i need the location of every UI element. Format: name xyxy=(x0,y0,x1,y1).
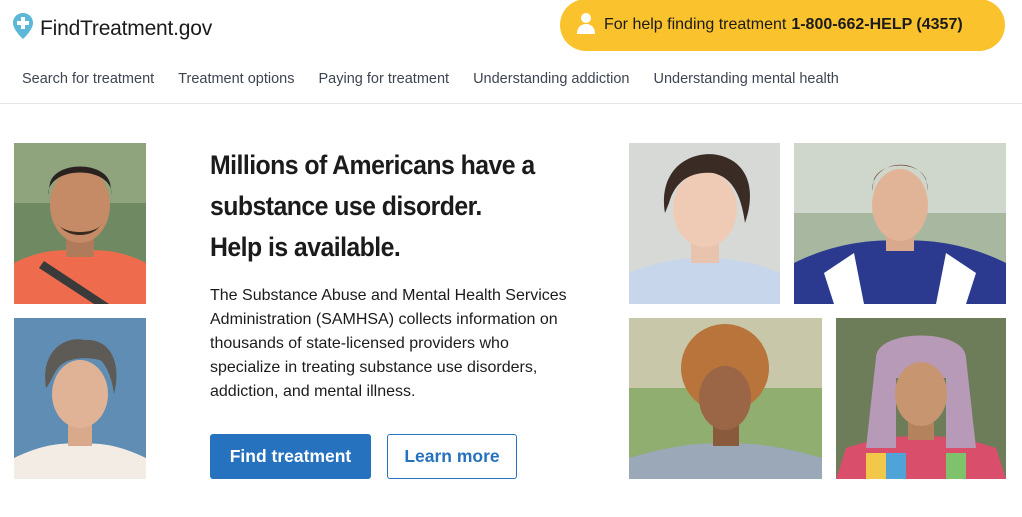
portrait-man-photo xyxy=(14,143,146,304)
nav-item-paying-for-treatment[interactable]: Paying for treatment xyxy=(307,71,462,87)
portrait-woman-gray-hair-photo xyxy=(14,318,146,479)
person-icon xyxy=(576,12,596,39)
portrait-person-purple-hair-photo xyxy=(836,318,1006,479)
nav-item-understanding-mental-health[interactable]: Understanding mental health xyxy=(641,71,850,87)
helpline-text: For help finding treatment xyxy=(604,16,787,33)
portrait-football-player-photo xyxy=(794,143,1006,304)
find-treatment-button[interactable]: Find treatment xyxy=(210,434,371,479)
hero-title-line: Help is available. xyxy=(210,232,401,262)
portrait-woman-curly-hair-photo xyxy=(629,318,822,479)
site-header: FindTreatment.gov For help finding treat… xyxy=(0,0,1022,104)
learn-more-button[interactable]: Learn more xyxy=(387,434,517,479)
portrait-young-woman-photo xyxy=(629,143,780,304)
hero-title: Millions of Americans have a substance u… xyxy=(210,145,560,268)
hero-title-line: Millions of Americans have a xyxy=(210,150,535,180)
hero-title-line: substance use disorder. xyxy=(210,191,482,221)
site-logo[interactable]: FindTreatment.gov xyxy=(12,12,212,45)
location-pin-cross-icon xyxy=(12,12,34,45)
helpline-banner[interactable]: For help finding treatment 1-800-662-HEL… xyxy=(560,0,1005,51)
main-nav: Search for treatment Treatment options P… xyxy=(10,71,851,87)
logo-text: FindTreatment.gov xyxy=(40,16,213,40)
nav-item-treatment-options[interactable]: Treatment options xyxy=(166,71,306,87)
nav-item-search-for-treatment[interactable]: Search for treatment xyxy=(10,71,166,87)
helpline-number[interactable]: 1-800-662-HELP (4357) xyxy=(791,16,962,34)
nav-item-understanding-addiction[interactable]: Understanding addiction xyxy=(461,71,641,87)
hero-description: The Substance Abuse and Mental Health Se… xyxy=(210,287,567,400)
